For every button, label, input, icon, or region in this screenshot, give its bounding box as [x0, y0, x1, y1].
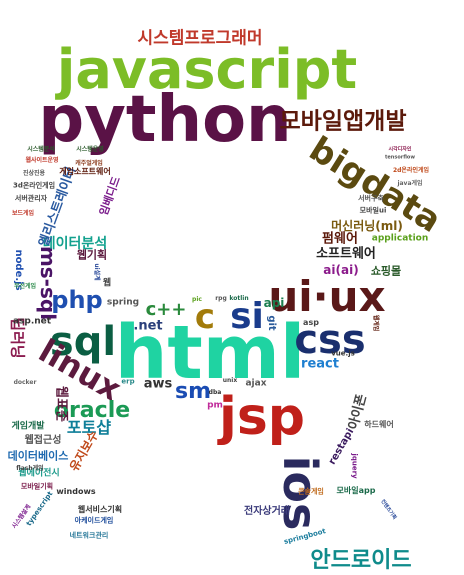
- word-mobile-app-dev: 모바일앱개발: [279, 108, 407, 135]
- word-website-operation: 웹사이트운영: [25, 157, 59, 164]
- word-kotlin: kotlin: [229, 295, 249, 302]
- word-windows: windows: [56, 487, 96, 496]
- word-python: python: [38, 83, 292, 157]
- word-game-software: 게임소프트웨어: [59, 167, 111, 176]
- word-unix: unix: [222, 377, 238, 384]
- word-database: 데이터베이스: [7, 449, 69, 463]
- word-ajax: ajax: [245, 378, 267, 389]
- word-dotnet: .net: [133, 318, 163, 334]
- word-3d-online-game: 3d온라인게임: [12, 181, 56, 190]
- word-cpp: c++: [145, 299, 187, 320]
- word-web: 웹: [102, 278, 112, 289]
- word-game-dev: 게임개발: [11, 421, 45, 432]
- word-ms-sql: ms-sql: [36, 245, 60, 321]
- word-2d-online-game: 2d온라인게임: [392, 167, 430, 174]
- word-jquery: jquery: [350, 453, 359, 479]
- word-tensorflow: tensorflow: [385, 154, 415, 161]
- word-si: si: [230, 296, 264, 337]
- word-shopping-mall: 쇼핑몰: [370, 264, 402, 278]
- word-visual-design: 시각디자인: [388, 146, 412, 153]
- word-server-admin: 서버관리자: [14, 194, 48, 203]
- word-arcade-game: 아케이드게임: [74, 516, 114, 525]
- word-ui-design: ui설계: [93, 263, 100, 281]
- word-jinsang-jinyong: 진상진용: [22, 170, 46, 177]
- word-pic: pic: [192, 296, 202, 303]
- word-docker: docker: [13, 379, 37, 386]
- word-web-planning: 웹기획: [76, 248, 108, 262]
- word-web-service-planning: 웹서비스기획: [77, 505, 123, 514]
- word-embedded: 임베디드: [96, 174, 124, 218]
- word-application: application: [371, 233, 429, 244]
- word-firmware: 펌웨어: [322, 231, 358, 247]
- word-software: 소프트웨어: [316, 246, 376, 262]
- word-system-analysis: 시스템분석: [27, 146, 55, 153]
- word-erp: erp: [121, 377, 135, 386]
- word-react: react: [301, 356, 339, 372]
- word-aws: aws: [143, 376, 173, 392]
- word-java-game: java게임: [397, 180, 423, 187]
- word-flash-game: flash게임: [16, 465, 44, 472]
- word-web-accessibility: 웹접근성: [24, 435, 62, 446]
- word-api: api: [263, 296, 285, 310]
- word-ai: ai(ai): [323, 263, 359, 277]
- word-android: 안드로이드: [310, 548, 412, 573]
- word-board-game: 보드게임: [11, 210, 35, 217]
- word-mobile-app: 모바일app: [336, 486, 376, 495]
- word-machine-learning: 머신러닝(ml): [331, 219, 403, 233]
- word-git: git: [266, 315, 277, 331]
- word-mobile-planning: 모바일기획: [20, 482, 54, 491]
- word-spring: spring: [106, 297, 140, 308]
- word-vuejs: vue.js: [331, 349, 355, 358]
- word-e-commerce: 전자상거래: [244, 506, 290, 517]
- word-wireless-game: 무선게임: [13, 283, 37, 290]
- word-rpg: rpg: [215, 295, 227, 302]
- word-asp: asp: [303, 318, 319, 327]
- word-springboot: springboot: [283, 527, 327, 546]
- word-pm: pm: [207, 400, 223, 411]
- word-system-operation: 시스템운영: [76, 146, 104, 153]
- word-hardware: 하드웨어: [364, 420, 394, 429]
- word-jsp: jsp: [219, 387, 305, 447]
- word-server-build: 서버구축: [358, 194, 384, 203]
- word-cloud: 시스템프로그래머 javascript python 모바일앱개발 bigdat…: [0, 0, 464, 575]
- word-web-game: 웹게임: [372, 314, 379, 332]
- word-network-management: 네트워크관리: [69, 531, 109, 540]
- word-c: c: [194, 297, 216, 337]
- word-mobile-ui: 모바일ui: [359, 206, 387, 215]
- word-aspnet: asp.net: [12, 316, 52, 327]
- word-sm: sm: [174, 379, 212, 404]
- word-dba: dba: [208, 389, 222, 396]
- word-console-game: 콘솔게임: [298, 487, 324, 496]
- word-web-standard: 웹표준: [53, 386, 69, 422]
- word-contents-planning: 컨텐츠기획: [379, 498, 398, 521]
